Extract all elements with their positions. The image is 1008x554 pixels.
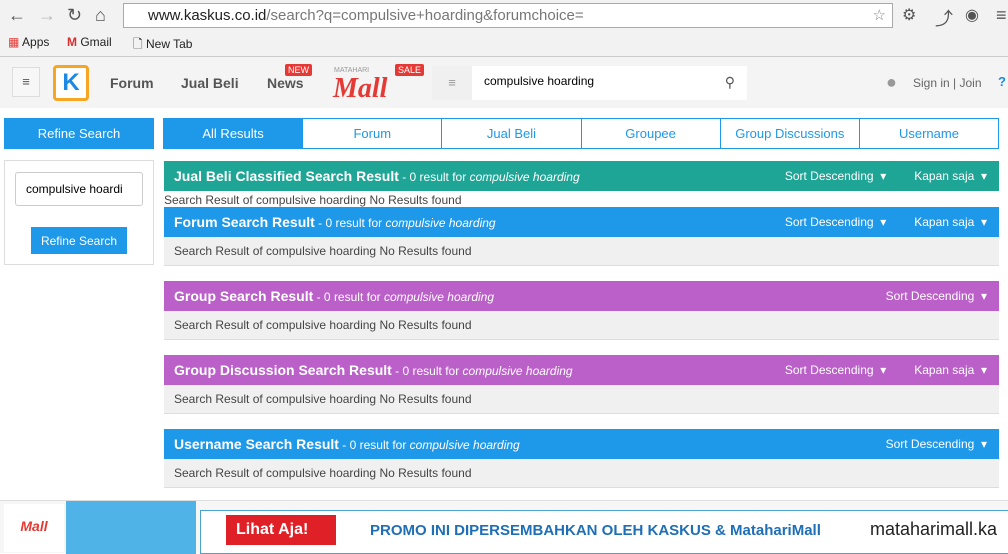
nav-jual-beli[interactable]: Jual Beli [181,75,239,91]
help-icon[interactable]: ? [998,74,1006,89]
tab-forum[interactable]: Forum [302,118,443,149]
result-section: Jual Beli Classified Search Result - 0 r… [164,161,999,209]
section-header: Forum Search Result - 0 result for compu… [164,207,999,237]
promo-banner[interactable]: Mall Lihat Aja! PROMO INI DIPERSEMBAHKAN… [0,500,1008,554]
mascot-image [66,501,196,554]
sale-badge: SALE [395,64,425,76]
star-icon[interactable]: ☆ [873,4,886,27]
tab-jual-beli[interactable]: Jual Beli [441,118,582,149]
gmail-icon: M [67,35,77,49]
section-title: Username Search Result [174,436,339,452]
apps-icon: ▦ [8,35,20,49]
section-title: Group Search Result [174,288,314,304]
extension-icon[interactable]: ⤴ [935,5,953,31]
section-title: Jual Beli Classified Search Result [174,168,399,184]
search-category-icon[interactable]: ≡ [432,66,472,100]
section-body: Search Result of compulsive hoarding No … [164,237,999,266]
kaskus-logo[interactable]: K [53,65,89,101]
time-filter-dropdown[interactable]: Kapan saja ▾ [900,215,987,229]
refine-search-button[interactable]: Refine Search [31,227,127,254]
sort-dropdown[interactable]: Sort Descending ▾ [872,289,987,303]
refine-search-box: Refine Search [4,160,154,265]
result-section: Group Discussion Search Result - 0 resul… [164,355,999,414]
mataharimall-banner-logo: Mall [4,504,64,552]
user-icon: ● [886,72,897,92]
section-body: Search Result of compulsive hoarding No … [164,459,999,488]
page-icon: 🗋 [133,37,143,51]
section-header: Username Search Result - 0 result for co… [164,429,999,459]
lihat-aja-button[interactable]: Lihat Aja! [226,515,336,545]
extension-icon[interactable]: ◉ [965,5,979,25]
nav-forum[interactable]: Forum [110,75,154,91]
section-body: Search Result of compulsive hoarding No … [164,311,999,340]
tab-username[interactable]: Username [858,118,1000,149]
result-section: Forum Search Result - 0 result for compu… [164,207,999,266]
tab-groupee[interactable]: Groupee [580,118,721,149]
section-title: Forum Search Result [174,214,315,230]
bookmark-newtab[interactable]: 🗋 New Tab [133,35,192,56]
sort-dropdown[interactable]: Sort Descending ▾ [771,215,886,229]
result-section: Username Search Result - 0 result for co… [164,429,999,488]
bookmark-apps[interactable]: ▦ Apps [8,35,49,49]
back-icon[interactable]: ← [8,5,26,26]
section-title: Group Discussion Search Result [174,362,392,378]
mataharimall-logo[interactable]: Mall [333,73,387,105]
bookmark-gmail[interactable]: M Gmail [67,35,112,49]
nav-news[interactable]: News [267,75,304,91]
extension-icon[interactable]: ⚙ [902,5,916,25]
hamburger-button[interactable]: ≡ [12,67,40,97]
address-bar[interactable]: www.kaskus.co.id/search?q=compulsive+hoa… [123,3,893,28]
home-icon[interactable]: ⌂ [95,5,106,26]
sort-dropdown[interactable]: Sort Descending ▾ [872,437,987,451]
time-filter-dropdown[interactable]: Kapan saja ▾ [900,363,987,377]
tab-all-results[interactable]: All Results [163,118,304,149]
new-badge: NEW [285,64,312,76]
sign-in-link[interactable]: Sign in | Join [913,76,982,90]
search-icon[interactable]: ⚲ [725,74,735,91]
result-tabs: All Results Forum Jual Beli Groupee Grou… [163,118,1000,149]
tab-group-discussions[interactable]: Group Discussions [719,118,860,149]
section-header: Jual Beli Classified Search Result - 0 r… [164,161,999,191]
search-input[interactable] [484,74,704,88]
result-section: Group Search Result - 0 result for compu… [164,281,999,340]
browser-chrome: ← → ↻ ⌂ www.kaskus.co.id/search?q=compul… [0,0,1008,57]
sort-dropdown[interactable]: Sort Descending ▾ [771,363,886,377]
menu-icon[interactable]: ≡ [996,5,1007,26]
time-filter-dropdown[interactable]: Kapan saja ▾ [900,169,987,183]
refine-search-input[interactable] [15,172,143,206]
refine-search-title: Refine Search [4,118,154,149]
sort-dropdown[interactable]: Sort Descending ▾ [771,169,886,183]
site-header: ≡ K Forum Jual Beli News NEW MATAHARI Ma… [0,57,1008,108]
section-body: Search Result of compulsive hoarding No … [164,385,999,414]
section-header: Group Search Result - 0 result for compu… [164,281,999,311]
search-bar: ≡ ⚲ [432,66,747,100]
section-header: Group Discussion Search Result - 0 resul… [164,355,999,385]
forward-icon[interactable]: → [38,5,56,26]
reload-icon[interactable]: ↻ [67,5,82,26]
